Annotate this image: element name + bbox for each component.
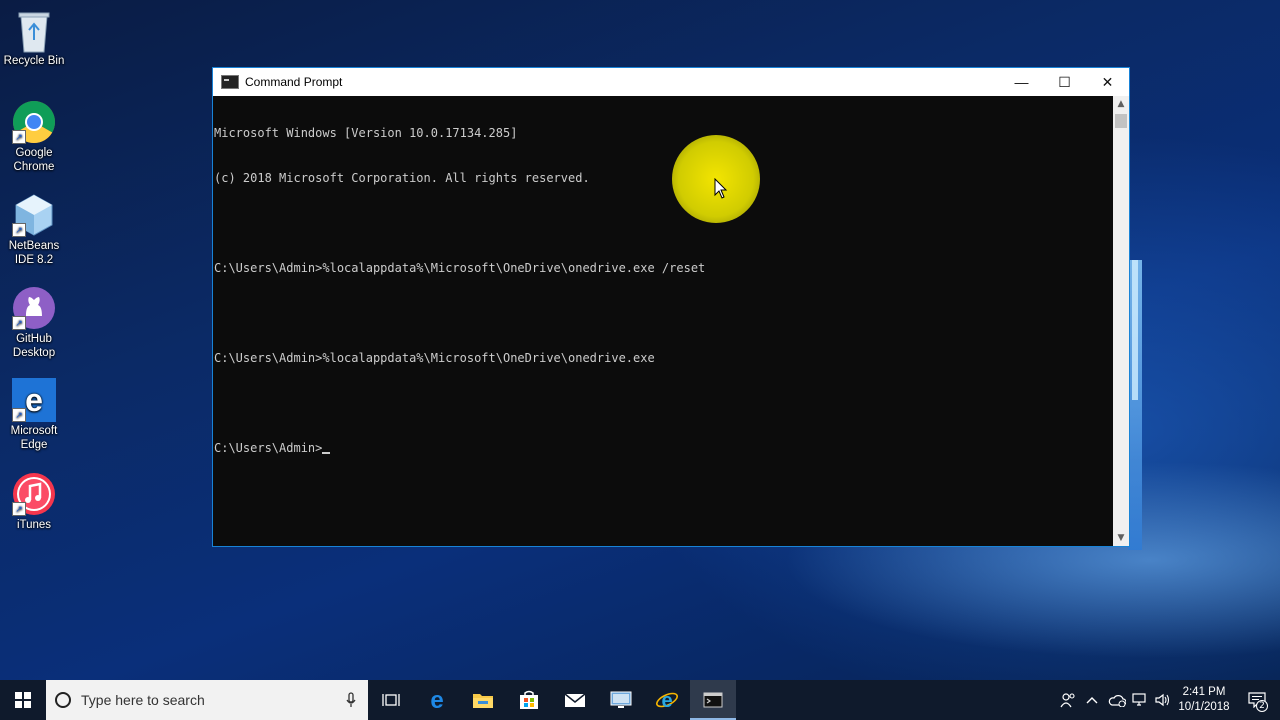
remote-desktop-icon [610, 691, 632, 708]
task-view-icon [382, 694, 400, 706]
desktop-icon-label: Google Chrome [13, 147, 55, 173]
file-explorer-icon [473, 694, 493, 708]
chrome-icon: ↗ [12, 100, 56, 144]
scrollbar-thumb[interactable] [1115, 114, 1127, 128]
command-prompt-window[interactable]: Command Prompt — ☐ ✕ Microsoft Windows [… [212, 67, 1130, 547]
shortcut-arrow-icon: ↗ [12, 502, 26, 516]
desktop-icon-label: Recycle Bin [3, 55, 65, 67]
taskbar-file-explorer[interactable] [460, 680, 506, 720]
light-beam [1128, 260, 1142, 550]
close-button[interactable]: ✕ [1086, 68, 1129, 96]
svg-text:e: e [430, 689, 443, 711]
volume-icon[interactable] [1151, 680, 1174, 720]
scroll-down-icon[interactable]: ▼ [1113, 530, 1129, 546]
light-beam-core [1132, 260, 1138, 400]
desktop-icon-label: Microsoft Edge [10, 425, 58, 451]
title-bar[interactable]: Command Prompt — ☐ ✕ [213, 68, 1129, 96]
microphone-icon[interactable] [346, 692, 356, 708]
text-cursor [322, 452, 331, 454]
taskbar-store[interactable] [506, 680, 552, 720]
internet-explorer-icon: e [656, 690, 678, 711]
show-hidden-icons-chevron-icon[interactable] [1079, 680, 1105, 720]
window-title: Command Prompt [245, 75, 343, 89]
itunes-icon: ↗ [12, 472, 56, 516]
start-button[interactable] [0, 680, 46, 720]
shortcut-arrow-icon: ↗ [12, 223, 26, 237]
maximize-button[interactable]: ☐ [1043, 68, 1086, 96]
console-line: C:\Users\Admin>%localappdata%\Microsoft\… [214, 351, 655, 365]
scroll-up-icon[interactable]: ▲ [1113, 96, 1129, 112]
windows-logo-icon [15, 692, 31, 708]
desktop-icon-netbeans[interactable]: ↗ NetBeans IDE 8.2 [0, 193, 68, 267]
desktop-icon-recycle-bin[interactable]: Recycle Bin [0, 8, 68, 68]
netbeans-icon: ↗ [12, 193, 56, 237]
clock-date: 10/1/2018 [1178, 701, 1230, 713]
taskbar-internet-explorer[interactable]: e [644, 680, 690, 720]
recycle-bin-icon [12, 8, 56, 53]
console-line: (c) 2018 Microsoft Corporation. All righ… [214, 171, 590, 185]
system-tray: 2:41 PM 10/1/2018 2 [1056, 680, 1280, 720]
desktop-icon-chrome[interactable]: ↗ Google Chrome [0, 100, 68, 174]
mouse-pointer-icon [714, 178, 728, 199]
store-icon [520, 690, 538, 709]
edge-icon: e [430, 689, 443, 711]
console-line: C:\Users\Admin>%localappdata%\Microsoft\… [214, 261, 706, 275]
desktop-icon-github[interactable]: ↗ GitHub Desktop [0, 286, 68, 360]
console-prompt-line: C:\Users\Admin> [214, 441, 1113, 456]
console-output[interactable]: Microsoft Windows [Version 10.0.17134.28… [213, 96, 1113, 546]
taskbar-mail[interactable] [552, 680, 598, 720]
people-icon[interactable] [1056, 680, 1079, 720]
search-placeholder: Type here to search [81, 692, 205, 708]
console-prompt: C:\Users\Admin> [214, 441, 323, 455]
svg-text:e: e [25, 382, 43, 418]
taskbar-command-prompt[interactable] [690, 680, 736, 720]
notification-count-badge: 2 [1256, 700, 1268, 712]
taskbar-edge[interactable]: e [414, 680, 460, 720]
clock-time: 2:41 PM [1182, 686, 1226, 698]
console-line: Microsoft Windows [Version 10.0.17134.28… [214, 126, 518, 140]
edge-icon: e ↗ [12, 378, 56, 422]
task-view-button[interactable] [368, 680, 414, 720]
vertical-scrollbar[interactable]: ▲ ▼ [1113, 96, 1129, 546]
action-center-button[interactable]: 2 [1234, 680, 1280, 720]
desktop-icon-label: GitHub Desktop [12, 333, 56, 359]
taskbar-remote-desktop[interactable] [598, 680, 644, 720]
clock[interactable]: 2:41 PM 10/1/2018 [1174, 685, 1234, 715]
search-box[interactable]: Type here to search [46, 680, 368, 720]
shortcut-arrow-icon: ↗ [12, 408, 26, 422]
desktop-icon-edge[interactable]: e ↗ Microsoft Edge [0, 378, 68, 452]
network-icon[interactable] [1128, 680, 1151, 720]
github-icon: ↗ [12, 286, 56, 330]
desktop-icon-itunes[interactable]: ↗ iTunes [0, 472, 68, 532]
svg-text:e: e [661, 690, 672, 711]
mail-icon [564, 693, 586, 707]
shortcut-arrow-icon: ↗ [12, 130, 26, 144]
desktop-icon-label: iTunes [16, 519, 52, 531]
desktop-icon-label: NetBeans IDE 8.2 [8, 240, 60, 266]
onedrive-icon[interactable] [1105, 680, 1128, 720]
shortcut-arrow-icon: ↗ [12, 316, 26, 330]
command-prompt-icon [703, 692, 723, 708]
command-prompt-icon [221, 75, 239, 89]
minimize-button[interactable]: — [1000, 68, 1043, 96]
taskbar: Type here to search e e 2:41 PM 10/1/201… [0, 680, 1280, 720]
cortana-icon [55, 692, 71, 708]
